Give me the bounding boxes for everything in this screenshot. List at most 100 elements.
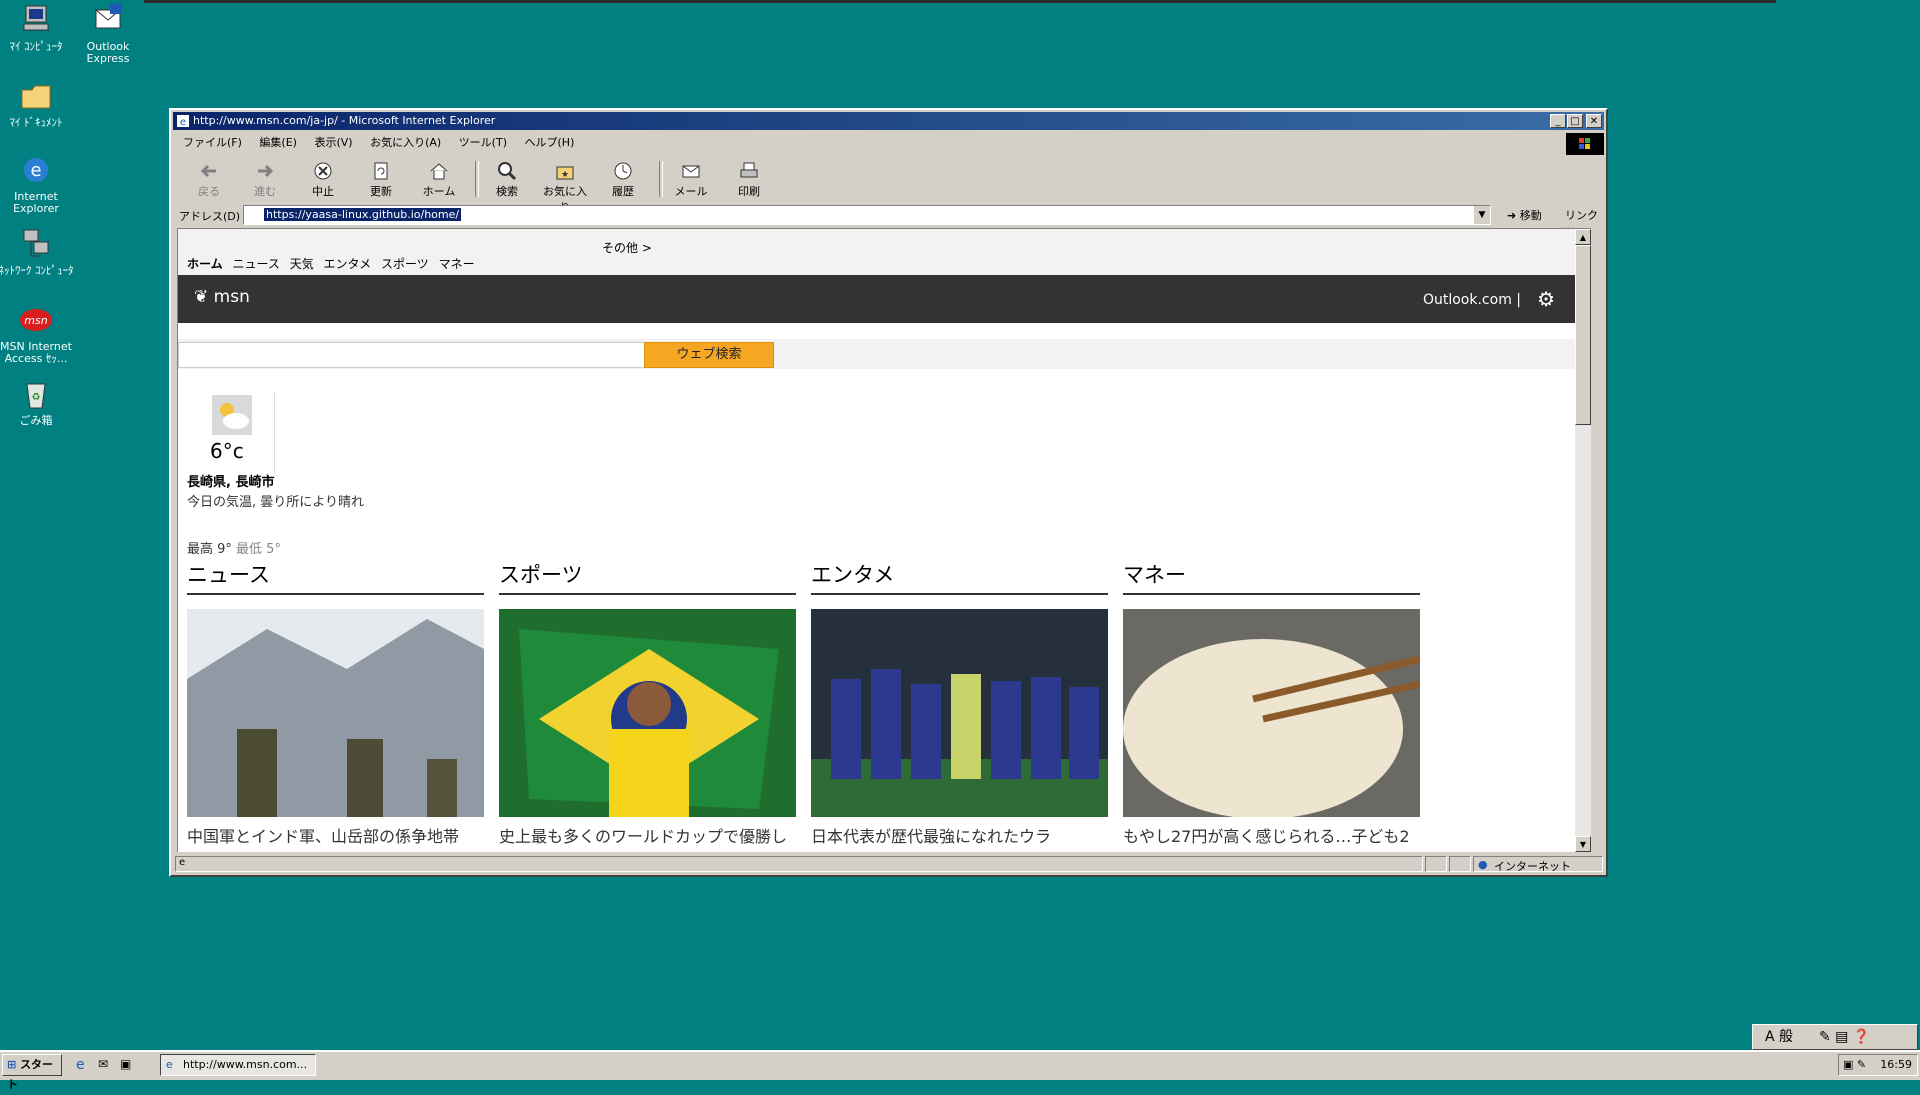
nav-entertainment[interactable]: エンタメ bbox=[324, 257, 372, 271]
desktop-icon-outlook-express[interactable]: Outlook Express bbox=[66, 2, 150, 65]
minimize-button[interactable]: _ bbox=[1550, 114, 1566, 128]
desktop-icon-internet-explorer[interactable]: e Internet Explorer bbox=[0, 152, 78, 215]
print-button[interactable]: 印刷 bbox=[723, 161, 775, 199]
clock[interactable]: 16:59 bbox=[1880, 1055, 1912, 1075]
money-image[interactable] bbox=[1123, 609, 1420, 817]
stop-button[interactable]: 中止 bbox=[297, 161, 349, 199]
section-caption[interactable]: 日本代表が歴代最強になれたウラ bbox=[811, 823, 1108, 847]
status-zone: インターネット bbox=[1494, 860, 1571, 873]
back-button[interactable]: 戻る bbox=[183, 161, 235, 199]
section-heading[interactable]: マネー bbox=[1123, 559, 1420, 595]
menu-help[interactable]: ヘルプ(H) bbox=[525, 136, 575, 149]
desktop-icon-network[interactable]: ﾈｯﾄﾜｰｸ ｺﾝﾋﾟｭｰﾀ bbox=[0, 226, 78, 277]
nav-news[interactable]: ニュース bbox=[232, 257, 279, 271]
entertainment-image[interactable] bbox=[811, 609, 1108, 817]
menu-favorites[interactable]: お気に入り(A) bbox=[370, 136, 441, 149]
sports-image[interactable] bbox=[499, 609, 796, 817]
nav-links: ホーム ニュース 天気 エンタメ スポーツ マネー bbox=[187, 255, 481, 272]
address-bar: アドレス(D) https://yaasa-linux.github.io/ho… bbox=[175, 204, 1602, 236]
desktop-icon-msn[interactable]: msn MSN Internet Access ｾｯ... bbox=[0, 302, 78, 365]
desktop-icon-label: MSN Internet Access ｾｯ... bbox=[0, 340, 72, 365]
computer-icon bbox=[18, 2, 54, 38]
section-caption[interactable]: 史上最も多くのワールドカップで優勝し bbox=[499, 823, 796, 847]
address-input[interactable]: https://yaasa-linux.github.io/home/ ▼ bbox=[243, 205, 1491, 225]
status-text-cell: e bbox=[175, 856, 1423, 872]
web-search-button[interactable]: ウェブ検索 bbox=[644, 342, 774, 368]
ime-tools-icon[interactable]: ✎ ▤ ❓ bbox=[1819, 1025, 1870, 1049]
weather-hilo: 最高 9° 最低 5° bbox=[187, 538, 281, 557]
forward-label: 進む bbox=[254, 185, 276, 198]
close-button[interactable]: ✕ bbox=[1586, 114, 1602, 128]
gear-icon[interactable]: ⚙ bbox=[1537, 287, 1555, 311]
menu-file[interactable]: ファイル(F) bbox=[183, 136, 242, 149]
menu-tools[interactable]: ツール(T) bbox=[459, 136, 507, 149]
news-image[interactable] bbox=[187, 609, 484, 817]
section-heading[interactable]: ニュース bbox=[187, 559, 484, 595]
desktop-icon-recycle-bin[interactable]: ♻ ごみ箱 bbox=[0, 376, 78, 427]
quicklaunch-ie-icon[interactable]: e bbox=[76, 1057, 92, 1073]
start-button[interactable]: ⊞ スタート bbox=[2, 1054, 62, 1091]
title-bar[interactable]: e http://www.msn.com/ja-jp/ - Microsoft … bbox=[173, 112, 1604, 130]
quicklaunch-desktop-icon[interactable]: ▣ bbox=[120, 1057, 136, 1073]
section-heading[interactable]: エンタメ bbox=[811, 559, 1108, 595]
history-icon bbox=[612, 161, 634, 181]
nav-more[interactable]: その他 > bbox=[602, 239, 652, 256]
svg-text:msn: msn bbox=[24, 314, 47, 327]
menu-edit[interactable]: 編集(E) bbox=[259, 136, 297, 149]
forward-button[interactable]: 進む bbox=[239, 161, 291, 199]
web-search-input[interactable] bbox=[178, 342, 646, 368]
svg-text:e: e bbox=[180, 117, 186, 128]
search-label: 検索 bbox=[496, 185, 518, 198]
desktop-icon-my-documents[interactable]: ﾏｲ ﾄﾞｷｭﾒﾝﾄ bbox=[0, 78, 78, 129]
page-status-icon: e bbox=[179, 857, 186, 868]
weather-location[interactable]: 長崎県, 長崎市 bbox=[187, 471, 274, 490]
history-button[interactable]: 履歴 bbox=[597, 161, 649, 199]
msn-header: ❦ msn Outlook.com | ⚙ bbox=[178, 275, 1575, 323]
butterfly-icon: ❦ bbox=[194, 287, 209, 307]
weather-condition: 今日の気温, 曇り所により晴れ bbox=[187, 495, 365, 510]
section-heading[interactable]: スポーツ bbox=[499, 559, 796, 595]
desktop-icon-label: Internet Explorer bbox=[13, 190, 59, 215]
status-cell bbox=[1425, 856, 1447, 872]
msn-logo[interactable]: ❦ msn bbox=[194, 287, 250, 307]
print-label: 印刷 bbox=[738, 185, 760, 198]
maximize-button[interactable]: □ bbox=[1567, 114, 1583, 128]
refresh-label: 更新 bbox=[370, 185, 392, 198]
quicklaunch-outlook-icon[interactable]: ✉ bbox=[98, 1057, 114, 1073]
ime-mode[interactable]: A 般 bbox=[1765, 1025, 1793, 1049]
printer-icon bbox=[738, 161, 760, 181]
scroll-down-icon[interactable]: ▼ bbox=[1575, 836, 1591, 852]
search-button[interactable]: 検索 bbox=[481, 161, 533, 199]
refresh-button[interactable]: 更新 bbox=[355, 161, 407, 199]
weather-temperature: 6°c bbox=[210, 439, 244, 463]
address-dropdown-icon[interactable]: ▼ bbox=[1473, 206, 1490, 224]
scroll-thumb[interactable] bbox=[1575, 245, 1591, 425]
ie-page-icon: e bbox=[176, 114, 190, 128]
section-entertainment: エンタメ 日本代表が歴代最強になれたウラ bbox=[811, 559, 1108, 846]
address-label: アドレス(D) bbox=[179, 210, 241, 223]
msn-logo-text: msn bbox=[213, 287, 250, 307]
vertical-scrollbar[interactable]: ▲ ▼ bbox=[1575, 229, 1591, 852]
address-url[interactable]: https://yaasa-linux.github.io/home/ bbox=[264, 208, 462, 221]
weather-high: 最高 9° bbox=[187, 542, 232, 557]
outlook-express-icon bbox=[90, 2, 126, 38]
history-label: 履歴 bbox=[612, 185, 634, 198]
nav-sports[interactable]: スポーツ bbox=[381, 257, 429, 271]
outlook-link[interactable]: Outlook.com | bbox=[1423, 292, 1521, 308]
ime-toolbar[interactable]: A 般 ✎ ▤ ❓ bbox=[1752, 1024, 1918, 1050]
section-caption[interactable]: もやし27円が高く感じられる…子ども2 bbox=[1123, 823, 1420, 847]
taskbar-ie-button[interactable]: e http://www.msn.com... bbox=[160, 1054, 316, 1076]
section-money: マネー もやし27円が高く感じられる…子ども2 bbox=[1123, 559, 1420, 846]
tray-icons[interactable]: ▣ ✎ bbox=[1843, 1055, 1866, 1075]
section-caption[interactable]: 中国軍とインド軍、山岳部の係争地帯 bbox=[187, 823, 484, 847]
mail-button[interactable]: メール bbox=[665, 161, 717, 199]
web-page: ホーム ニュース 天気 エンタメ スポーツ マネー その他 > ❦ msn Ou… bbox=[178, 229, 1575, 852]
go-button[interactable]: ➜ 移動 bbox=[1507, 207, 1542, 223]
stop-label: 中止 bbox=[312, 185, 334, 198]
menu-view[interactable]: 表示(V) bbox=[314, 136, 352, 149]
scroll-up-icon[interactable]: ▲ bbox=[1575, 229, 1591, 245]
home-button[interactable]: ホーム bbox=[413, 161, 465, 199]
nav-home[interactable]: ホーム bbox=[187, 257, 223, 271]
nav-money[interactable]: マネー bbox=[439, 257, 475, 271]
nav-weather[interactable]: 天気 bbox=[290, 257, 314, 271]
